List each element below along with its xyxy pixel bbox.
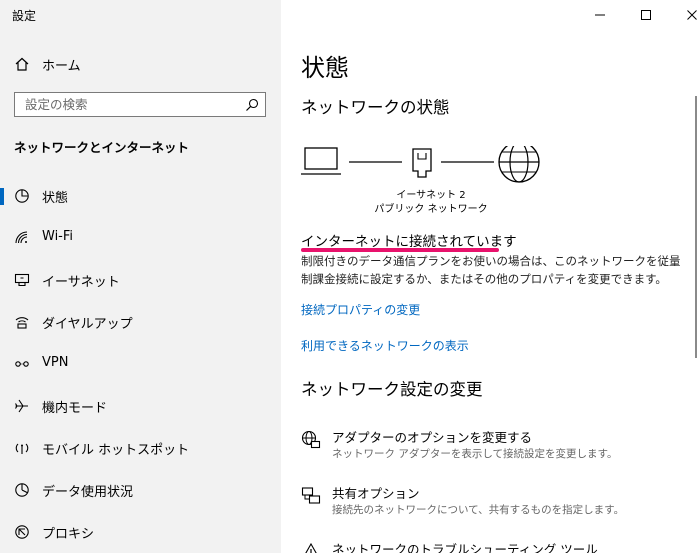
sidebar-item-label: イーサネット xyxy=(42,275,120,290)
hotspot-icon xyxy=(15,443,29,454)
sidebar-item-ethernet[interactable]: イーサネット xyxy=(0,259,281,301)
change-settings-heading: ネットワーク設定の変更 xyxy=(301,380,483,399)
sidebar-item-label: 機内モード xyxy=(42,401,108,416)
sidebar-item-airplane[interactable]: 機内モード xyxy=(0,385,281,427)
sidebar-item-proxy[interactable]: プロキシ xyxy=(0,511,281,553)
sidebar: 設定 ホーム ネットワークとインターネット 状態 Wi-Fi イーサネット ダイ… xyxy=(0,0,281,553)
sidebar-item-dialup[interactable]: ダイヤルアップ xyxy=(0,301,281,343)
sidebar-item-label: データ使用状況 xyxy=(42,485,134,500)
search-box[interactable] xyxy=(14,92,266,117)
change-properties-link[interactable]: 接続プロパティの変更 xyxy=(301,301,420,318)
sidebar-nav: 状態 Wi-Fi イーサネット ダイヤルアップ VPN 機内モード モバイル ホ… xyxy=(0,175,281,553)
show-networks-link[interactable]: 利用できるネットワークの表示 xyxy=(301,337,469,354)
home-icon xyxy=(15,57,29,71)
globe-icon xyxy=(498,146,540,183)
airplane-icon xyxy=(15,399,28,413)
sharing-options-item[interactable]: 共有オプション 接続先のネットワークについて、共有するものを指定します。 xyxy=(301,483,691,523)
minimize-icon xyxy=(595,14,605,16)
close-icon xyxy=(687,10,697,20)
option-subtitle: 接続先のネットワークについて、共有するものを指定します。 xyxy=(332,504,625,516)
network-type: パブリック ネットワーク xyxy=(374,204,488,215)
close-button[interactable] xyxy=(669,0,700,30)
search-input[interactable] xyxy=(15,93,235,116)
home-label: ホーム xyxy=(42,59,81,74)
option-subtitle: ネットワーク アダプターを表示して接続設定を変更します。 xyxy=(332,448,618,460)
main-pane: 状態 ネットワークの状態 イーサネット 2 パブリック ネットワーク インターネ… xyxy=(281,0,700,553)
sidebar-item-wifi[interactable]: Wi-Fi xyxy=(0,217,281,259)
adapter-name: イーサネット 2 xyxy=(396,190,466,201)
option-title: ネットワークのトラブルシューティング ツール xyxy=(332,542,598,553)
sidebar-item-label: モバイル ホットスポット xyxy=(42,443,190,458)
dialup-icon xyxy=(15,317,29,329)
section-title: ネットワークとインターネット xyxy=(14,140,190,155)
sidebar-item-hotspot[interactable]: モバイル ホットスポット xyxy=(0,427,281,469)
sidebar-item-label: プロキシ xyxy=(42,527,95,542)
vpn-icon xyxy=(15,361,29,367)
status-icon xyxy=(15,189,29,203)
wifi-icon xyxy=(15,231,28,244)
sidebar-item-data-usage[interactable]: データ使用状況 xyxy=(0,469,281,511)
app-title: 設定 xyxy=(12,9,37,23)
sidebar-item-label: ダイヤルアップ xyxy=(42,317,133,332)
connection-status: インターネットに接続されています xyxy=(301,234,517,250)
maximize-icon xyxy=(641,10,651,20)
adapter-options-item[interactable]: アダプターのオプションを変更する ネットワーク アダプターを表示して接続設定を変… xyxy=(301,427,691,467)
laptop-icon xyxy=(301,147,341,175)
maximize-button[interactable] xyxy=(623,0,669,30)
troubleshoot-icon xyxy=(305,542,317,553)
adapter-options-icon xyxy=(301,430,321,449)
ethernet-adapter-icon xyxy=(412,148,432,178)
proxy-icon xyxy=(15,525,29,539)
sidebar-item-label: 状態 xyxy=(42,191,69,206)
data-usage-icon xyxy=(15,483,29,497)
sharing-icon xyxy=(301,487,321,504)
troubleshoot-item[interactable]: ネットワークのトラブルシューティング ツール xyxy=(301,539,691,553)
sidebar-item-label: VPN xyxy=(42,355,69,370)
minimize-button[interactable] xyxy=(577,0,623,30)
option-title: アダプターのオプションを変更する xyxy=(332,430,533,445)
status-description: 制限付きのデータ通信プランをお使いの場合は、このネットワークを従量制課金接続に設… xyxy=(301,254,681,286)
sidebar-item-vpn[interactable]: VPN xyxy=(0,343,281,385)
network-status-heading: ネットワークの状態 xyxy=(301,98,450,117)
option-title: 共有オプション xyxy=(332,486,420,501)
search-icon[interactable] xyxy=(245,98,259,112)
sidebar-item-label: Wi-Fi xyxy=(42,229,74,244)
sidebar-item-status[interactable]: 状態 xyxy=(0,175,281,217)
scrollbar[interactable] xyxy=(695,96,697,358)
page-title: 状態 xyxy=(301,54,349,82)
sidebar-home[interactable]: ホーム xyxy=(0,50,281,78)
ethernet-icon xyxy=(14,273,30,287)
